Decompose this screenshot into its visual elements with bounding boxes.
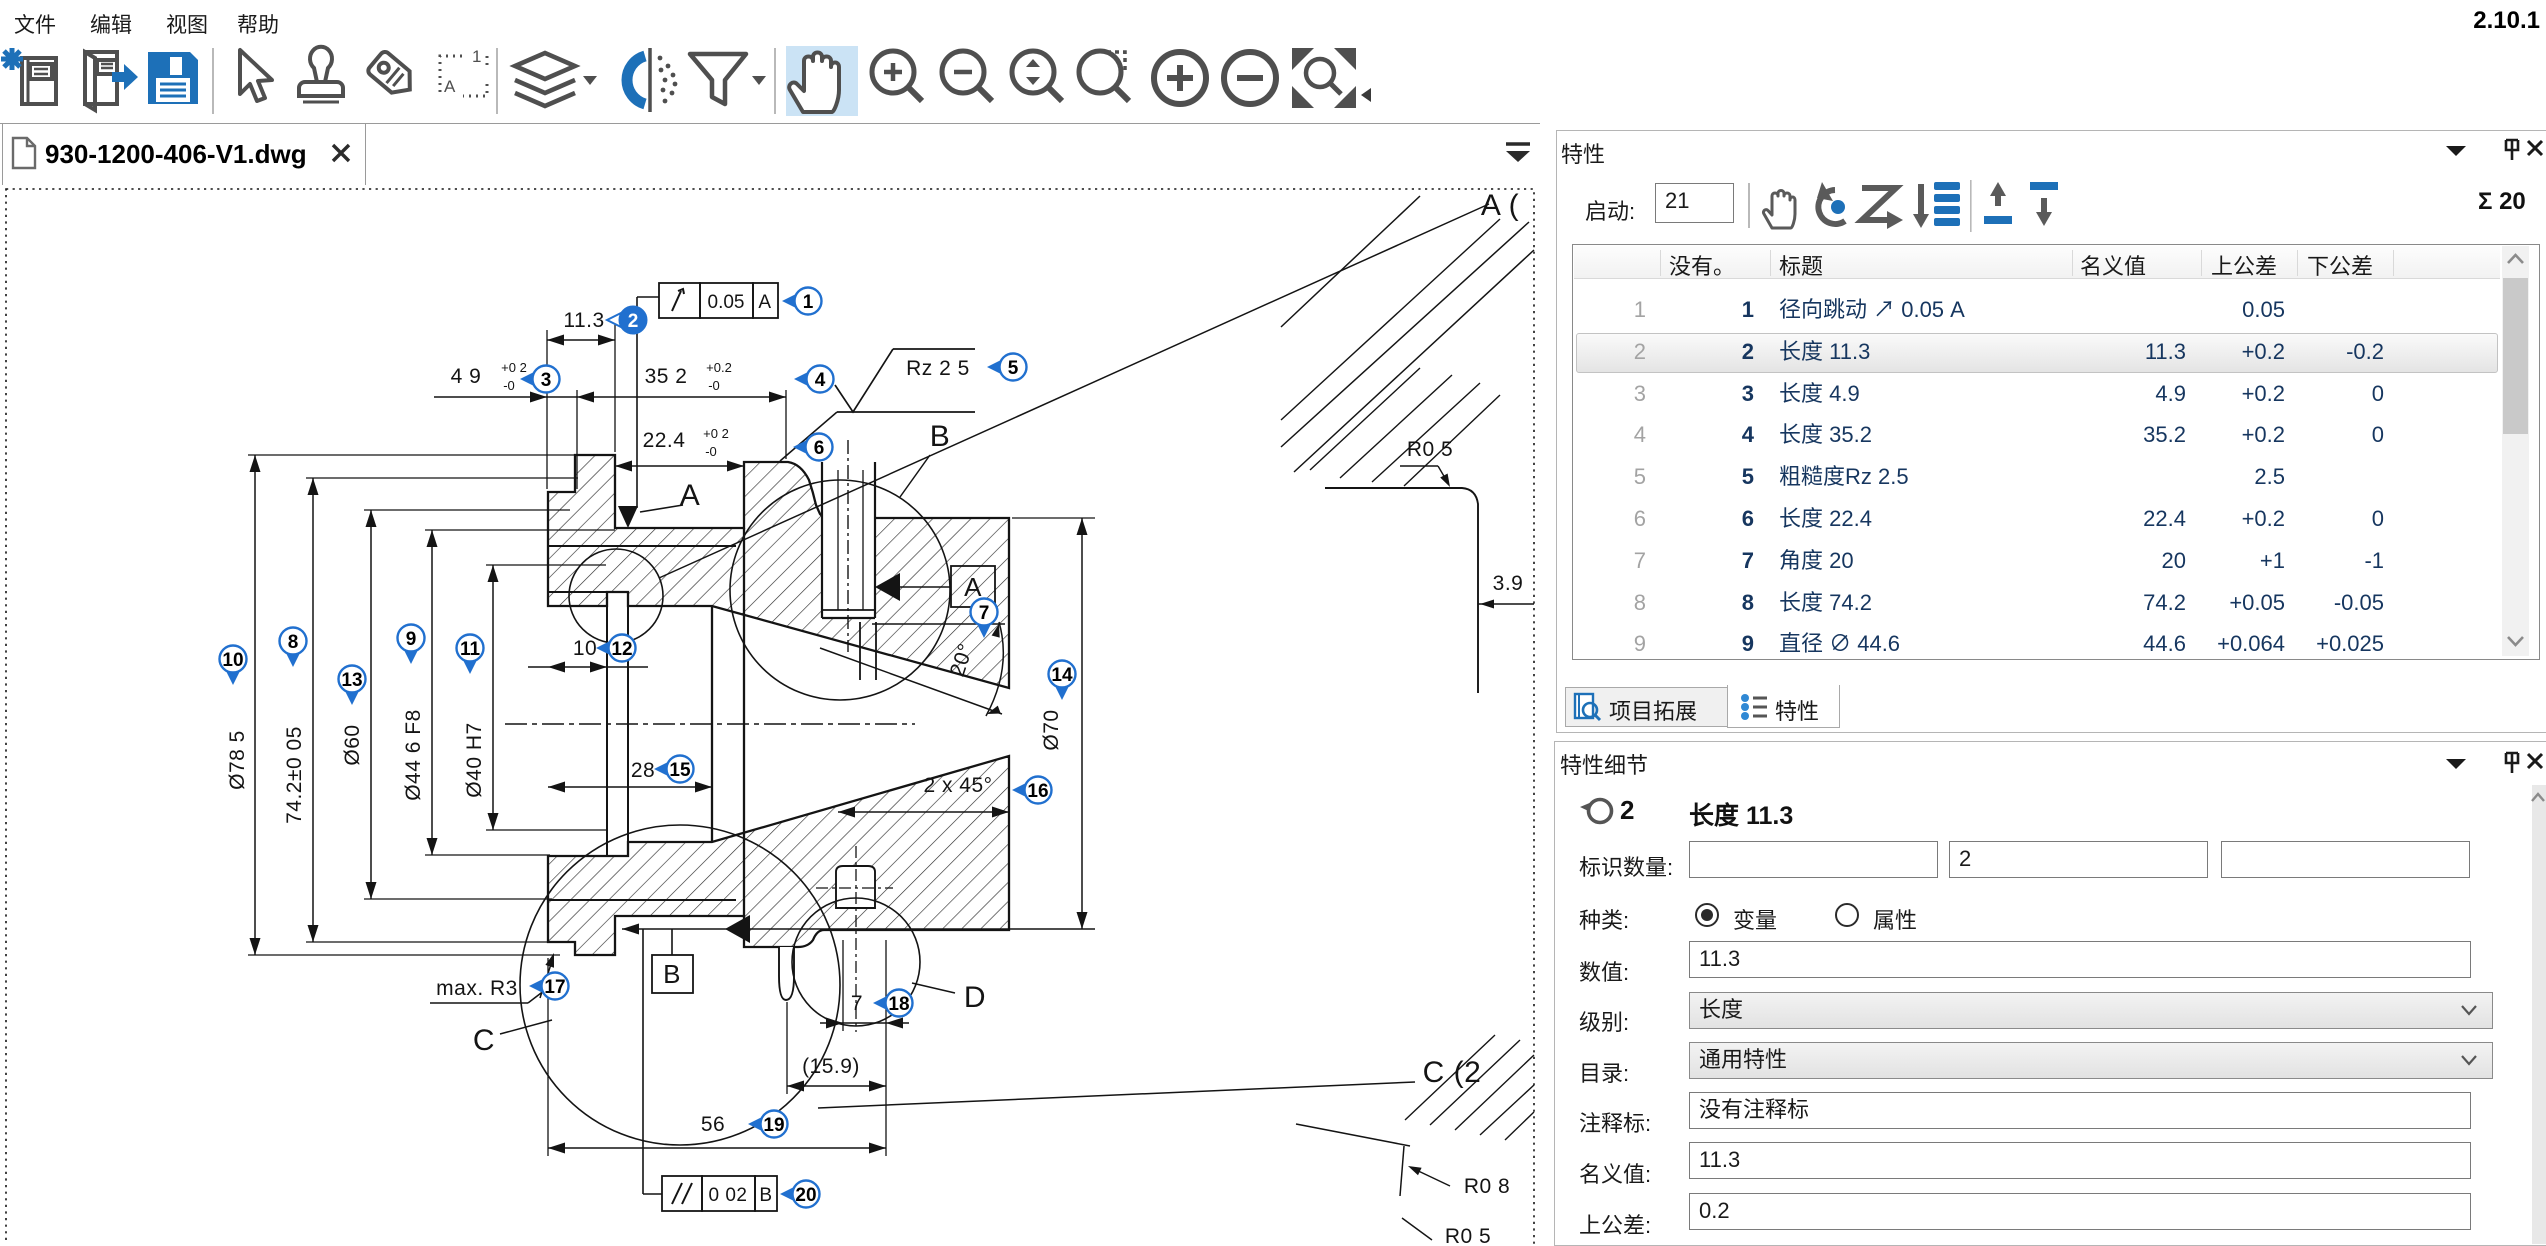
svg-text:Ø44 6 F8: Ø44 6 F8 xyxy=(402,709,425,801)
svg-text:-0: -0 xyxy=(708,378,720,393)
svg-text:16: 16 xyxy=(1027,781,1048,802)
svg-text:7: 7 xyxy=(851,992,863,1015)
svg-text:B: B xyxy=(930,420,951,453)
svg-text:B: B xyxy=(759,1185,772,1206)
svg-text:0.05: 0.05 xyxy=(708,292,745,313)
svg-text:2 x 45°: 2 x 45° xyxy=(923,774,992,797)
svg-text:-0: -0 xyxy=(503,378,515,393)
svg-text:+0.2: +0.2 xyxy=(706,360,732,375)
svg-text:Ø70: Ø70 xyxy=(1040,709,1063,750)
svg-text:15: 15 xyxy=(669,760,691,781)
svg-text:A: A xyxy=(680,479,701,512)
svg-text:17: 17 xyxy=(544,977,565,998)
svg-text:28: 28 xyxy=(631,759,655,782)
svg-text:6: 6 xyxy=(814,438,825,459)
svg-text:C: C xyxy=(473,1024,495,1057)
svg-text:18: 18 xyxy=(888,994,909,1015)
svg-text:R0 5: R0 5 xyxy=(1445,1225,1491,1244)
svg-text:R0 5: R0 5 xyxy=(1407,438,1453,461)
svg-text:11.3: 11.3 xyxy=(563,309,604,332)
svg-text:56: 56 xyxy=(701,1113,725,1136)
svg-text:10: 10 xyxy=(222,650,243,671)
svg-text:20: 20 xyxy=(795,1185,816,1206)
svg-text:3.9: 3.9 xyxy=(1493,572,1524,595)
svg-text:13: 13 xyxy=(341,670,362,691)
svg-text:14: 14 xyxy=(1051,665,1073,686)
svg-text:R0 8: R0 8 xyxy=(1464,1175,1510,1198)
svg-text:Ø40 H7: Ø40 H7 xyxy=(463,722,486,797)
svg-text:B: B xyxy=(663,959,681,989)
svg-text:max. R3: max. R3 xyxy=(436,977,518,1000)
svg-text:4 9: 4 9 xyxy=(451,365,482,388)
svg-text:11: 11 xyxy=(460,639,481,660)
svg-text:+0 2: +0 2 xyxy=(501,360,527,375)
svg-text:D: D xyxy=(964,981,986,1014)
svg-text:1: 1 xyxy=(803,292,814,313)
svg-text:2: 2 xyxy=(628,311,639,332)
svg-text:19: 19 xyxy=(763,1115,784,1136)
svg-text:3: 3 xyxy=(541,370,552,391)
svg-text:Rz 2 5: Rz 2 5 xyxy=(906,357,970,380)
svg-text:(15.9): (15.9) xyxy=(802,1055,860,1078)
svg-text:7: 7 xyxy=(979,603,990,624)
svg-text:A (: A ( xyxy=(1481,189,1519,222)
svg-text:5: 5 xyxy=(1008,358,1019,379)
svg-text:0 02: 0 02 xyxy=(709,1185,748,1206)
svg-text:12: 12 xyxy=(611,639,632,660)
svg-text:A: A xyxy=(964,572,982,602)
svg-text:35 2: 35 2 xyxy=(645,365,688,388)
svg-text:-0: -0 xyxy=(705,444,717,459)
svg-text:A: A xyxy=(758,292,771,313)
svg-text:+0 2: +0 2 xyxy=(703,426,729,441)
svg-text:8: 8 xyxy=(288,632,299,653)
svg-text:Ø78 5: Ø78 5 xyxy=(226,730,249,790)
svg-text:10: 10 xyxy=(573,637,597,660)
svg-text:9: 9 xyxy=(406,629,417,650)
svg-text:74.2±0 05: 74.2±0 05 xyxy=(283,726,306,824)
svg-text:Ø60: Ø60 xyxy=(341,724,364,765)
svg-text:4: 4 xyxy=(815,370,826,391)
svg-text:22.4: 22.4 xyxy=(643,429,686,452)
